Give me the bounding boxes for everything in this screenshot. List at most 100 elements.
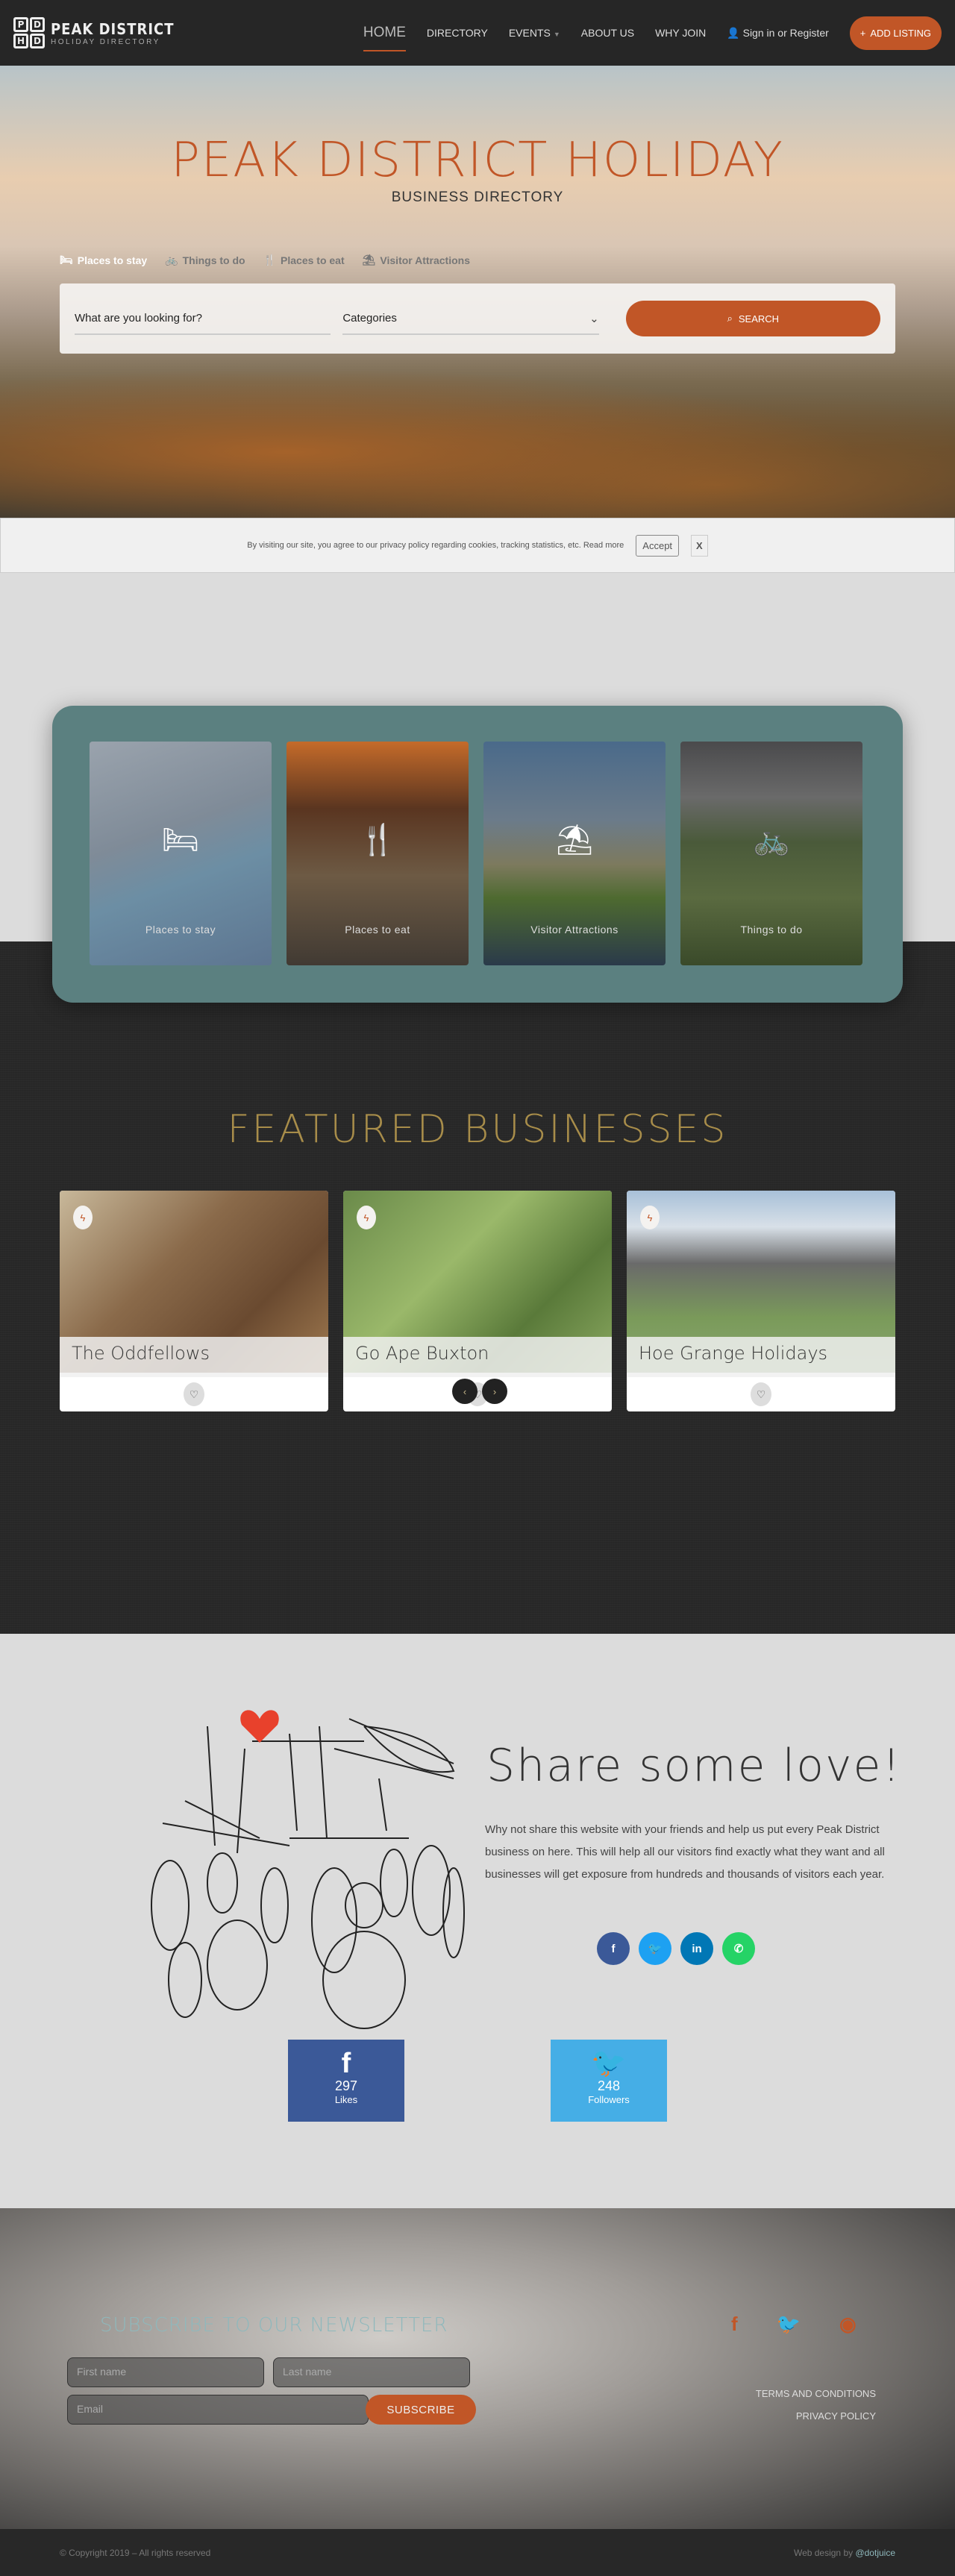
cookie-text: By visiting our site, you agree to our p… <box>247 541 624 550</box>
facebook-icon: f <box>611 1942 616 1955</box>
featured-title: FEATURED BUSINESSES <box>227 1107 728 1152</box>
cookie-banner: By visiting our site, you agree to our p… <box>0 518 955 573</box>
nav-why-join[interactable]: WHY JOIN <box>655 27 706 39</box>
lightning-icon: ϟ <box>357 1206 376 1229</box>
featured-card[interactable]: ϟ The Oddfellows ♡ <box>60 1191 328 1411</box>
tab-places-to-stay[interactable]: 🛏 Places to stay <box>60 254 147 266</box>
footer: SUBSCRIBE TO OUR NEWSLETTER First name L… <box>0 2208 955 2529</box>
twitter-count: 248 <box>597 2078 621 2093</box>
bicycle-icon: 🚲 <box>753 824 790 856</box>
chevron-down-icon: ⌄ <box>589 312 599 325</box>
facebook-count: 297 <box>334 2078 358 2093</box>
first-name-input[interactable]: First name <box>67 2357 264 2387</box>
market-sketch-illustration <box>151 1710 465 2029</box>
tab-label: Places to stay <box>77 254 148 266</box>
terms-link[interactable]: TERMS AND CONDITIONS <box>756 2383 876 2405</box>
last-name-input[interactable]: Last name <box>273 2357 470 2387</box>
featured-name[interactable]: Go Ape Buxton <box>343 1337 612 1377</box>
hero: PEAK DISTRICT HOLIDAY BUSINESS DIRECTORY… <box>0 66 955 518</box>
category-card-places-to-eat[interactable]: 🍴 Places to eat <box>286 742 469 965</box>
add-listing-button[interactable]: + ADD LISTING <box>849 16 942 50</box>
copyright: © Copyright 2019 – All rights reserved <box>60 2547 211 2558</box>
search-category-tabs: 🛏 Places to stay 🚲 Things to do 🍴 Places to… <box>60 254 470 266</box>
category-label: Places to stay <box>145 924 216 936</box>
search-button[interactable]: ⌕ SEARCH <box>625 301 881 336</box>
search-input[interactable]: What are you looking for? <box>75 303 331 335</box>
featured-name[interactable]: Hoe Grange Holidays <box>627 1337 895 1377</box>
nav-events-label: EVENTS <box>508 27 551 39</box>
category-label: Visitor Attractions <box>530 924 619 936</box>
footer-social-links: f 🐦 ◉ <box>731 2313 857 2336</box>
messenger-icon[interactable]: ◉ <box>839 2313 857 2336</box>
twitter-count-label: Followers <box>588 2094 630 2105</box>
twitter-icon: 🐦 <box>648 1943 663 1955</box>
share-whatsapp-button[interactable]: ✆ <box>722 1932 755 1965</box>
logo-letter: P <box>13 17 28 32</box>
category-card-visitor-attractions[interactable]: ⛱ Visitor Attractions <box>483 742 666 965</box>
facebook-likes-box[interactable]: f 297 Likes <box>288 2040 404 2122</box>
tab-label: Visitor Attractions <box>380 254 471 266</box>
categories-section: 🛏 Places to stay 🍴 Places to eat ⛱ Visitor … <box>0 573 955 1003</box>
sign-in-label: Sign in or Register <box>742 26 829 39</box>
privacy-link[interactable]: PRIVACY POLICY <box>756 2405 876 2428</box>
carousel-prev-button[interactable]: ‹ <box>452 1379 478 1404</box>
newsletter-title: SUBSCRIBE TO OUR NEWSLETTER <box>100 2314 448 2337</box>
linkedin-icon: in <box>692 1942 702 1955</box>
credit: Web design by @dotjuice <box>794 2548 895 2558</box>
category-card-things-to-do[interactable]: 🚲 Things to do <box>680 742 862 965</box>
lightning-icon: ϟ <box>73 1206 93 1229</box>
bicycle-icon: 🚲 <box>165 254 178 266</box>
credit-prefix: Web design by <box>793 2547 856 2558</box>
share-facebook-button[interactable]: f <box>597 1932 630 1965</box>
hero-title: PEAK DISTRICT HOLIDAY <box>171 133 784 188</box>
favorite-heart-icon[interactable]: ♡ <box>751 1382 771 1406</box>
nav-about-us[interactable]: ABOUT US <box>581 27 634 39</box>
nav-events[interactable]: EVENTS ▼ <box>509 27 560 39</box>
cutlery-icon: 🍴 <box>359 824 396 856</box>
carousel-next-button[interactable]: › <box>482 1379 507 1404</box>
site-logo[interactable]: P D H D PEAK DISTRICT HOLIDAY DIRECTORY <box>13 17 175 48</box>
email-input[interactable]: Email <box>67 2395 369 2425</box>
categories-select[interactable]: Categories ⌄ <box>342 303 599 335</box>
twitter-icon[interactable]: 🐦 <box>777 2313 801 2336</box>
share-section: Share some love! Why not share this webs… <box>0 1634 955 2208</box>
credit-link[interactable]: @dotjuice <box>855 2548 895 2558</box>
user-icon: 👤 <box>727 26 740 39</box>
tab-places-to-eat[interactable]: 🍴 Places to eat <box>263 254 345 266</box>
hero-subtitle: BUSINESS DIRECTORY <box>391 189 564 205</box>
logo-letter: H <box>13 34 28 48</box>
bed-icon: 🛏 <box>161 824 200 856</box>
nav-directory[interactable]: DIRECTORY <box>427 27 488 39</box>
whatsapp-icon: ✆ <box>733 1943 744 1955</box>
favorite-heart-icon[interactable]: ♡ <box>184 1382 204 1406</box>
category-label: Things to do <box>740 924 803 936</box>
share-twitter-button[interactable]: 🐦 <box>639 1932 671 1965</box>
carousel-controls: ‹ › <box>452 1379 507 1404</box>
logo-mark: P D H D <box>13 17 45 48</box>
logo-subtitle: HOLIDAY DIRECTORY <box>51 37 160 46</box>
featured-card[interactable]: ϟ Hoe Grange Holidays ♡ <box>627 1191 895 1411</box>
twitter-icon: 🐦 <box>591 2048 627 2079</box>
cookie-accept-button[interactable]: Accept <box>636 534 680 557</box>
subscribe-button[interactable]: SUBSCRIBE <box>366 2395 476 2425</box>
featured-section: FEATURED BUSINESSES ϟ The Oddfellows ♡ ϟ… <box>0 941 955 1634</box>
cookie-close-button[interactable]: X <box>691 534 708 557</box>
featured-name[interactable]: The Oddfellows <box>60 1337 328 1377</box>
tab-visitor-attractions[interactable]: ⛱ Visitor Attractions <box>363 254 470 266</box>
category-card-places-to-stay[interactable]: 🛏 Places to stay <box>90 742 272 965</box>
share-linkedin-button[interactable]: in <box>680 1932 713 1965</box>
facebook-icon[interactable]: f <box>731 2313 738 2336</box>
logo-letter: D <box>30 34 45 48</box>
twitter-followers-box[interactable]: 🐦 248 Followers <box>551 2040 667 2122</box>
top-nav: P D H D PEAK DISTRICT HOLIDAY DIRECTORY … <box>0 0 955 66</box>
plus-icon: + <box>860 27 866 39</box>
nav-home[interactable]: HOME <box>363 25 406 51</box>
categories-panel: 🛏 Places to stay 🍴 Places to eat ⛱ Visitor … <box>52 706 903 1003</box>
bottom-bar: © Copyright 2019 – All rights reserved W… <box>0 2529 955 2576</box>
search-button-label: SEARCH <box>738 313 780 325</box>
sign-in-link[interactable]: 👤 Sign in or Register <box>727 27 829 40</box>
parasol-icon: ⛱ <box>362 254 376 266</box>
search-icon: ⌕ <box>727 313 733 324</box>
tab-label: Places to eat <box>281 254 345 266</box>
tab-things-to-do[interactable]: 🚲 Things to do <box>165 254 245 266</box>
